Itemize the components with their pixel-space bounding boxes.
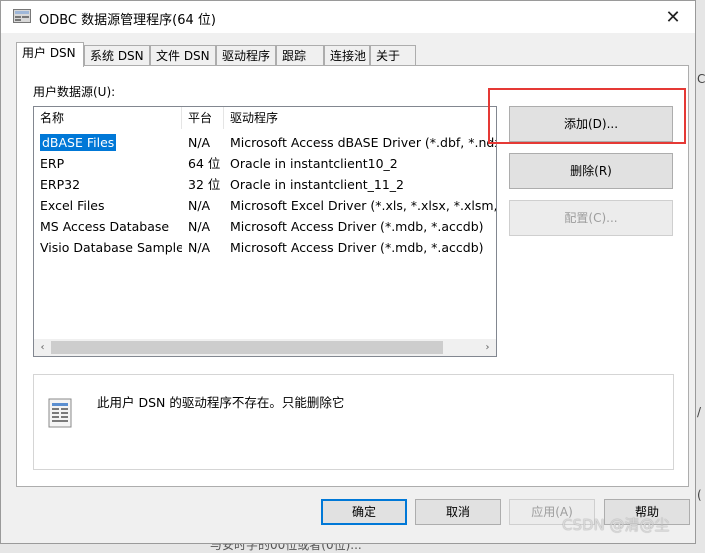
data-source-icon <box>46 397 78 431</box>
row-name: Visio Database Samples <box>40 240 182 255</box>
row-driver: Oracle in instantclient10_2 <box>230 156 398 171</box>
row-driver: Microsoft Excel Driver (*.xls, *.xlsx, *… <box>230 198 497 213</box>
row-driver: Microsoft Access Driver (*.mdb, *.accdb) <box>230 219 484 234</box>
horizontal-scrollbar[interactable]: ‹ › <box>34 339 496 356</box>
annotation-highlight <box>488 88 686 144</box>
odbc-dialog: ODBC 数据源管理程序(64 位) ✕ 用户 DSN 系统 DSN 文件 DS… <box>0 0 696 544</box>
info-message: 此用户 DSN 的驱动程序不存在。只能删除它 <box>97 395 345 410</box>
table-row[interactable]: MS Access Database N/A Microsoft Access … <box>34 216 496 237</box>
row-platform: 64 位 <box>188 156 221 171</box>
tab-user-dsn[interactable]: 用户 DSN <box>16 42 84 67</box>
row-platform: 32 位 <box>188 177 221 192</box>
scroll-left-icon[interactable]: ‹ <box>34 339 51 356</box>
tab-system-dsn[interactable]: 系统 DSN <box>84 45 150 65</box>
background-text: ( <box>697 488 702 502</box>
scroll-right-icon[interactable]: › <box>479 339 496 356</box>
tab-tracing[interactable]: 跟踪 <box>276 45 324 65</box>
row-platform: N/A <box>188 198 211 213</box>
watermark: CSDN @清@尘 <box>562 516 670 534</box>
tab-file-dsn[interactable]: 文件 DSN <box>150 45 216 65</box>
close-icon: ✕ <box>665 6 681 28</box>
user-data-sources-label: 用户数据源(U): <box>33 85 116 99</box>
background-text: C <box>697 72 705 86</box>
column-header-platform[interactable]: 平台 <box>182 107 224 129</box>
tab-drivers[interactable]: 驱动程序 <box>216 45 276 65</box>
tab-label: 系统 DSN <box>90 49 144 63</box>
table-row[interactable]: dBASE Files N/A Microsoft Access dBASE D… <box>34 132 496 153</box>
close-button[interactable]: ✕ <box>651 1 695 33</box>
tab-connection-pooling[interactable]: 连接池 <box>324 45 370 65</box>
tab-label: 用户 DSN <box>22 46 76 60</box>
configure-button[interactable]: 配置(C)... <box>509 200 673 236</box>
table-row[interactable]: ERP32 32 位 Oracle in instantclient_11_2 <box>34 174 496 195</box>
ok-button[interactable]: 确定 <box>321 499 407 525</box>
data-source-list[interactable]: 名称 平台 驱动程序 dBASE Files N/A Microsoft Acc… <box>33 106 497 357</box>
tab-label: 关于 <box>376 49 401 63</box>
row-platform: N/A <box>188 219 211 234</box>
info-box: 此用户 DSN 的驱动程序不存在。只能删除它 <box>33 374 674 470</box>
row-driver: Microsoft Access dBASE Driver (*.dbf, *.… <box>230 135 497 150</box>
tab-label: 跟踪 <box>282 49 307 63</box>
odbc-app-icon <box>13 9 31 23</box>
tab-about[interactable]: 关于 <box>370 45 416 65</box>
cancel-button[interactable]: 取消 <box>415 499 501 525</box>
row-name-cell: dBASE Files <box>34 132 182 153</box>
table-row[interactable]: Excel Files N/A Microsoft Excel Driver (… <box>34 195 496 216</box>
row-name: Excel Files <box>40 198 105 213</box>
delete-button[interactable]: 删除(R) <box>509 153 673 189</box>
row-driver: Microsoft Access Driver (*.mdb, *.accdb) <box>230 240 484 255</box>
row-driver: Oracle in instantclient_11_2 <box>230 177 404 192</box>
tab-panel-user-dsn: 用户数据源(U): 名称 平台 驱动程序 dBASE Files N/A Mic… <box>16 65 689 487</box>
tab-label: 连接池 <box>330 49 367 63</box>
window-title: ODBC 数据源管理程序(64 位) <box>39 13 216 28</box>
list-header: 名称 平台 驱动程序 <box>34 107 496 129</box>
tab-label: 文件 DSN <box>156 49 210 63</box>
table-row[interactable]: ERP 64 位 Oracle in instantclient10_2 <box>34 153 496 174</box>
background-text: / <box>697 405 702 419</box>
tab-label: 驱动程序 <box>222 49 271 63</box>
row-platform: N/A <box>188 240 211 255</box>
row-name: MS Access Database <box>40 219 170 234</box>
row-platform: N/A <box>188 135 211 150</box>
scrollbar-thumb[interactable] <box>51 341 443 354</box>
table-row[interactable]: Visio Database Samples N/A Microsoft Acc… <box>34 237 496 258</box>
row-name: ERP <box>40 156 65 171</box>
column-header-driver[interactable]: 驱动程序 <box>224 107 496 129</box>
column-header-name[interactable]: 名称 <box>34 107 182 129</box>
row-name: ERP32 <box>40 177 81 192</box>
row-name: dBASE Files <box>40 134 117 151</box>
title-bar[interactable]: ODBC 数据源管理程序(64 位) ✕ <box>1 1 695 33</box>
